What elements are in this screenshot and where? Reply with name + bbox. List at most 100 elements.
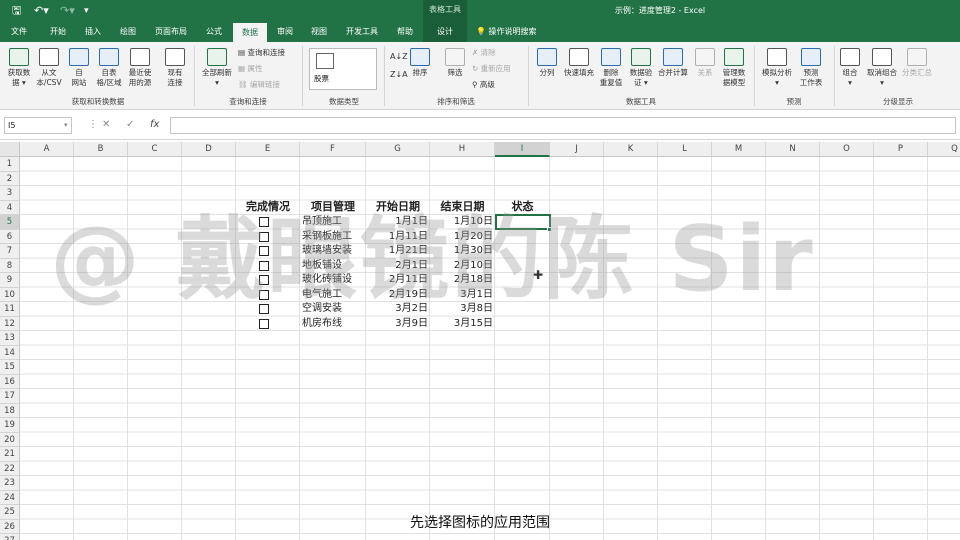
relationships-button[interactable]: 关系 (692, 48, 718, 78)
start-date-cell[interactable]: 1月11日 (366, 230, 430, 245)
consolidate-button[interactable]: 合并计算 (656, 48, 690, 78)
column-header-q[interactable]: Q (928, 142, 960, 157)
column-header-o[interactable]: O (820, 142, 874, 157)
tab-design[interactable]: 设计 (423, 22, 467, 42)
from-table-button[interactable]: 自表 格/区域 (94, 48, 124, 88)
row-header-12[interactable]: 12 (0, 316, 20, 331)
end-date-cell[interactable]: 1月10日 (430, 215, 495, 230)
row-header-23[interactable]: 23 (0, 476, 20, 491)
flash-fill-button[interactable]: 快速填充 (562, 48, 596, 78)
tab-insert[interactable]: 插入 (76, 22, 110, 42)
tab-data[interactable]: 数据 (233, 23, 267, 42)
row-header-14[interactable]: 14 (0, 345, 20, 360)
edit-links-button[interactable]: ⛓ 编辑链接 (238, 80, 280, 90)
task-cell[interactable]: 吊顶施工 (302, 215, 366, 230)
completion-checkbox[interactable] (259, 246, 269, 256)
column-header-l[interactable]: L (658, 142, 712, 157)
from-text-csv-button[interactable]: 从文 本/CSV (34, 48, 64, 88)
completion-checkbox[interactable] (259, 304, 269, 314)
sort-descending-icon[interactable]: Z↓A (390, 70, 408, 80)
column-header-n[interactable]: N (766, 142, 820, 157)
row-header-24[interactable]: 24 (0, 490, 20, 505)
advanced-filter-button[interactable]: ⚲ 高级 (472, 80, 495, 90)
column-header-b[interactable]: B (74, 142, 128, 157)
fill-handle[interactable] (547, 227, 552, 232)
tab-home[interactable]: 开始 (40, 22, 76, 42)
completion-checkbox[interactable] (259, 318, 269, 329)
tell-me-search[interactable]: 💡 操作说明搜索 (476, 22, 537, 42)
completion-checkbox[interactable] (259, 217, 269, 227)
row-header-10[interactable]: 10 (0, 287, 20, 302)
row-header-3[interactable]: 3 (0, 186, 20, 201)
header-project[interactable]: 项目管理 (300, 200, 366, 215)
existing-connections-button[interactable]: 现有 连接 (160, 48, 190, 88)
column-header-p[interactable]: P (874, 142, 928, 157)
tab-formulas[interactable]: 公式 (196, 22, 232, 42)
row-header-1[interactable]: 1 (0, 157, 20, 172)
row-header-13[interactable]: 13 (0, 331, 20, 346)
header-status[interactable]: 状态 (495, 200, 550, 215)
row-header-8[interactable]: 8 (0, 258, 20, 273)
column-header-i[interactable]: I (495, 142, 550, 157)
column-header-a[interactable]: A (20, 142, 74, 157)
select-all-corner[interactable] (0, 142, 20, 157)
task-cell[interactable]: 地板铺设 (302, 259, 366, 274)
row-header-6[interactable]: 6 (0, 229, 20, 244)
ungroup-button[interactable]: 取消组合 ▾ (864, 48, 900, 88)
header-completion[interactable]: 完成情况 (236, 200, 300, 215)
row-header-4[interactable]: 4 (0, 200, 20, 215)
row-header-21[interactable]: 21 (0, 447, 20, 462)
row-header-19[interactable]: 19 (0, 418, 20, 433)
column-header-h[interactable]: H (430, 142, 495, 157)
row-header-18[interactable]: 18 (0, 403, 20, 418)
clear-filter-button[interactable]: ✗ 清除 (472, 48, 496, 58)
end-date-cell[interactable]: 1月30日 (430, 244, 495, 259)
start-date-cell[interactable]: 2月11日 (366, 273, 430, 288)
task-cell[interactable]: 电气施工 (302, 288, 366, 303)
text-to-columns-button[interactable]: 分列 (532, 48, 562, 78)
forecast-sheet-button[interactable]: 预测 工作表 (796, 48, 826, 88)
reapply-button[interactable]: ↻ 重新应用 (472, 64, 511, 74)
manage-data-model-button[interactable]: 管理数 据模型 (718, 48, 750, 88)
sort-button[interactable]: 排序 (408, 48, 432, 78)
tab-help[interactable]: 帮助 (388, 22, 422, 42)
row-header-22[interactable]: 22 (0, 461, 20, 476)
insert-function-icon[interactable]: fx (150, 117, 159, 133)
name-box[interactable]: I5 (4, 117, 72, 134)
end-date-cell[interactable]: 3月15日 (430, 317, 495, 332)
end-date-cell[interactable]: 3月8日 (430, 302, 495, 317)
column-header-f[interactable]: F (300, 142, 366, 157)
from-web-button[interactable]: 自 网站 (66, 48, 92, 88)
row-header-15[interactable]: 15 (0, 360, 20, 375)
selected-cell-i5[interactable] (495, 214, 551, 230)
sort-ascending-icon[interactable]: A↓Z (390, 52, 408, 62)
row-header-2[interactable]: 2 (0, 171, 20, 186)
properties-button[interactable]: ▦ 属性 (238, 64, 262, 74)
tab-page-layout[interactable]: 页面布局 (148, 22, 194, 42)
data-validation-button[interactable]: 数据验 证 ▾ (626, 48, 656, 88)
task-cell[interactable]: 玻化砖铺设 (302, 273, 366, 288)
completion-checkbox[interactable] (259, 260, 269, 271)
row-header-27[interactable]: 27 (0, 534, 20, 540)
row-header-9[interactable]: 9 (0, 273, 20, 288)
get-data-button[interactable]: 获取数 据 ▾ (4, 48, 34, 88)
customize-icon[interactable]: ▾ (84, 4, 89, 18)
row-header-7[interactable]: 7 (0, 244, 20, 259)
subtotal-button[interactable]: 分类汇总 (900, 48, 934, 78)
task-cell[interactable]: 采钢板施工 (302, 230, 366, 245)
start-date-cell[interactable]: 2月1日 (366, 259, 430, 274)
column-header-k[interactable]: K (604, 142, 658, 157)
start-date-cell[interactable]: 3月9日 (366, 317, 430, 332)
end-date-cell[interactable]: 1月20日 (430, 230, 495, 245)
tab-review[interactable]: 审阅 (268, 22, 302, 42)
row-header-11[interactable]: 11 (0, 302, 20, 317)
column-header-j[interactable]: J (550, 142, 604, 157)
group-button[interactable]: 组合 ▾ (838, 48, 862, 88)
start-date-cell[interactable]: 2月19日 (366, 288, 430, 303)
row-header-17[interactable]: 17 (0, 389, 20, 404)
refresh-all-button[interactable]: 全部刷新 ▾ (198, 48, 236, 88)
tab-draw[interactable]: 绘图 (110, 22, 146, 42)
undo-icon[interactable]: ↶▾ (34, 4, 49, 18)
row-header-5[interactable]: 5 (0, 215, 20, 230)
completion-checkbox[interactable] (259, 275, 269, 285)
